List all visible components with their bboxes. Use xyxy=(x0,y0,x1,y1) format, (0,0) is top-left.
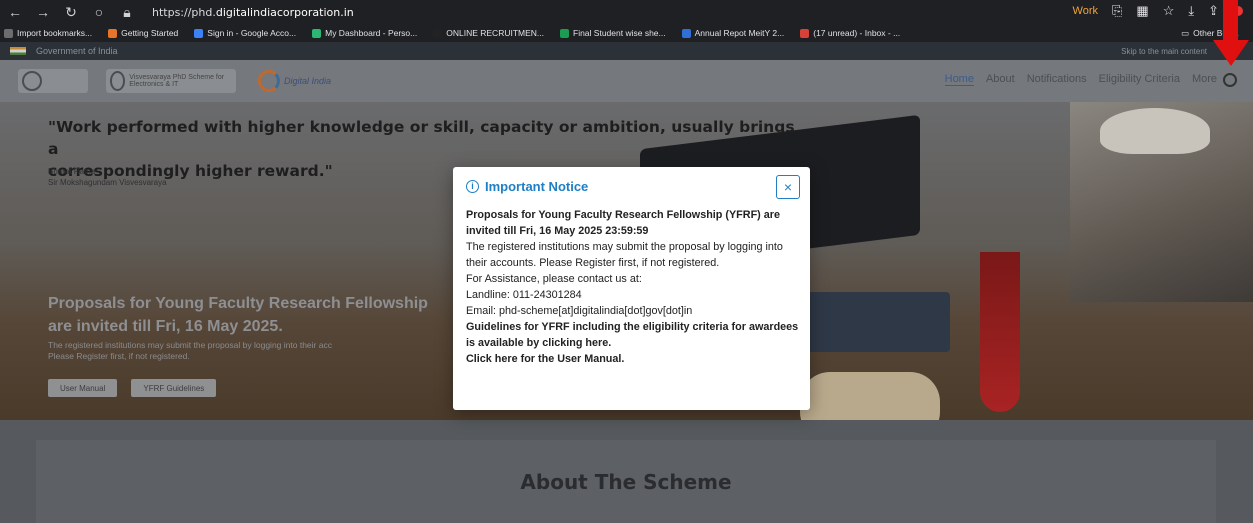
about-section: About The Scheme xyxy=(0,420,1253,523)
about-title: About The Scheme xyxy=(520,470,732,494)
author-name: Sir Mokshagundam Visvesvaraya xyxy=(48,178,167,187)
bookmark-item[interactable]: Getting Started xyxy=(108,28,178,38)
bookmark-icon xyxy=(560,28,569,38)
folder-icon: ▭ xyxy=(1181,27,1190,38)
bookmark-label: ONLINE RECRUITMEN... xyxy=(446,28,544,38)
address-bar[interactable]: https://phd.digitalindiacorporation.in xyxy=(152,6,354,19)
important-notice-modal: i Important Notice × Proposals for Young… xyxy=(453,167,810,410)
url-domain: digitalindiacorporation.in xyxy=(215,5,354,19)
info-icon: i xyxy=(466,180,479,193)
hero-sub-line: Please Register first, if not registered… xyxy=(48,351,190,361)
hero-subtitle: The registered institutions may submit t… xyxy=(48,340,468,362)
user-icon[interactable] xyxy=(1223,73,1237,87)
digital-india-text: Digital India xyxy=(284,76,332,86)
download-icon[interactable]: ⤓ xyxy=(1188,3,1194,19)
about-panel: About The Scheme xyxy=(36,440,1216,523)
bookmark-icon xyxy=(800,28,810,38)
bookmark-label: Getting Started xyxy=(121,28,179,38)
browser-tools: Work ⎘ ▦ ☆ ⤓ ⇪ xyxy=(1073,3,1243,19)
scroll-image xyxy=(800,372,940,420)
bookmark-icon xyxy=(312,28,322,38)
extensions-icon[interactable]: ▦ xyxy=(1136,3,1148,19)
turban-image xyxy=(1100,108,1210,154)
url-prefix: https://phd. xyxy=(152,5,216,19)
back-icon[interactable]: ← xyxy=(8,4,22,21)
user-manual-button[interactable]: User Manual xyxy=(48,379,118,397)
guidelines-link[interactable]: Guidelines for YFRF including the eligib… xyxy=(466,319,801,351)
bookmark-label: Sign in - Google Acco... xyxy=(207,28,297,38)
notice-contact-heading: For Assistance, please contact us at: xyxy=(466,273,642,285)
lock-icon: 🔒︎ xyxy=(123,3,131,20)
bookmark-label: My Dashboard - Perso... xyxy=(325,28,418,38)
menu-item-eligibility[interactable]: Eligibility Criteria xyxy=(1099,73,1180,86)
close-button[interactable]: × xyxy=(776,175,800,199)
tassel-image xyxy=(980,252,1020,412)
modal-title: i Important Notice xyxy=(466,179,588,194)
scheme-logo-text: Visvesvaraya PhD Scheme for Electronics … xyxy=(129,74,225,88)
bookmark-label: Import bookmarks... xyxy=(17,28,93,38)
hero-title: Proposals for Young Faculty Research Fel… xyxy=(48,292,468,338)
bookmark-item[interactable]: Final Student wise she... xyxy=(560,28,666,38)
annotation-arrow-icon xyxy=(1213,40,1249,66)
yfrf-guidelines-button[interactable]: YFRF Guidelines xyxy=(131,379,217,397)
gov-label: Government of India xyxy=(36,46,118,56)
browser-toolbar: ← → ↻ ○ 🔒︎ https://phd.digitalindiacorpo… xyxy=(0,0,1253,24)
browser-nav: ← → ↻ ○ 🔒︎ xyxy=(0,4,134,21)
notice-landline: Landline: 011-24301284 xyxy=(466,289,582,301)
menu-item-more[interactable]: More xyxy=(1192,73,1217,86)
notice-email: Email: phd-scheme[at]digitalindia[dot]go… xyxy=(466,305,693,317)
user-manual-link[interactable]: Click here for the User Manual. xyxy=(466,351,801,367)
forward-icon[interactable]: → xyxy=(36,4,50,21)
quote-author: Bharat Ratna Sir Mokshagundam Visvesvara… xyxy=(48,166,167,188)
bookmark-icon xyxy=(108,28,118,38)
reload-icon[interactable]: ↻ xyxy=(64,4,78,21)
star-icon[interactable]: ☆ xyxy=(1163,3,1175,19)
hero-title-line: are invited till Fri, 16 May 2025. xyxy=(48,318,283,335)
modal-body: Proposals for Young Faculty Research Fel… xyxy=(466,207,801,367)
annotation-arrow-shaft xyxy=(1223,0,1238,42)
notice-text: The registered institutions may submit t… xyxy=(466,241,783,269)
bookmark-label: Annual Repot MeitY 2... xyxy=(694,28,785,38)
flag-icon xyxy=(10,47,26,55)
bookmarks-bar: Import bookmarks... Getting Started Sign… xyxy=(0,24,1253,42)
author-title: Bharat Ratna xyxy=(48,167,96,176)
screenshot-icon[interactable]: ⎘ xyxy=(1112,3,1122,19)
shield-icon[interactable]: ○ xyxy=(92,4,106,21)
hero-title-line: Proposals for Young Faculty Research Fel… xyxy=(48,295,428,312)
quote-line: "Work performed with higher knowledge or… xyxy=(48,118,795,158)
work-container[interactable]: Work xyxy=(1073,5,1098,17)
menu-item-notifications[interactable]: Notifications xyxy=(1027,73,1087,86)
modal-title-text: Important Notice xyxy=(485,179,589,194)
bookmark-icon xyxy=(4,28,13,38)
bookmark-item[interactable]: Import bookmarks... xyxy=(4,28,92,38)
scheme-logo-icon xyxy=(110,71,126,91)
menu-item-about[interactable]: About xyxy=(986,73,1015,86)
notice-headline: Proposals for Young Faculty Research Fel… xyxy=(466,209,780,237)
hero-buttons: User Manual YFRF Guidelines xyxy=(48,379,217,397)
digital-india-logo[interactable]: Digital India xyxy=(254,69,344,93)
bookmark-item[interactable]: My Dashboard - Perso... xyxy=(312,28,417,38)
bookmark-item[interactable]: ONLINE RECRUITMEN... xyxy=(433,28,544,38)
bookmark-item[interactable]: Sign in - Google Acco... xyxy=(194,28,296,38)
gov-strip: Government of India Skip to the main con… xyxy=(0,42,1253,60)
bookmark-item[interactable]: (17 unread) - Inbox - ... xyxy=(800,28,900,38)
bookmark-icon xyxy=(681,28,691,38)
menu-item-home[interactable]: Home xyxy=(944,73,974,86)
bookmark-label: Final Student wise she... xyxy=(573,28,666,38)
digital-india-icon xyxy=(258,70,280,92)
site-header: Visvesvaraya PhD Scheme for Electronics … xyxy=(0,60,1253,102)
bookmark-icon xyxy=(194,28,204,38)
hero-sub-line: The registered institutions may submit t… xyxy=(48,340,332,350)
bookmark-icon xyxy=(433,28,443,38)
emblem-logo[interactable] xyxy=(18,69,88,93)
main-menu: Home About Notifications Eligibility Cri… xyxy=(944,73,1217,86)
bookmark-label: (17 unread) - Inbox - ... xyxy=(813,28,901,38)
emblem-icon xyxy=(22,71,42,91)
scheme-logo[interactable]: Visvesvaraya PhD Scheme for Electronics … xyxy=(106,69,236,93)
bookmark-item[interactable]: Annual Repot MeitY 2... xyxy=(681,28,785,38)
share-icon[interactable]: ⇪ xyxy=(1208,3,1219,19)
skip-link[interactable]: Skip to the main content xyxy=(1121,47,1207,56)
